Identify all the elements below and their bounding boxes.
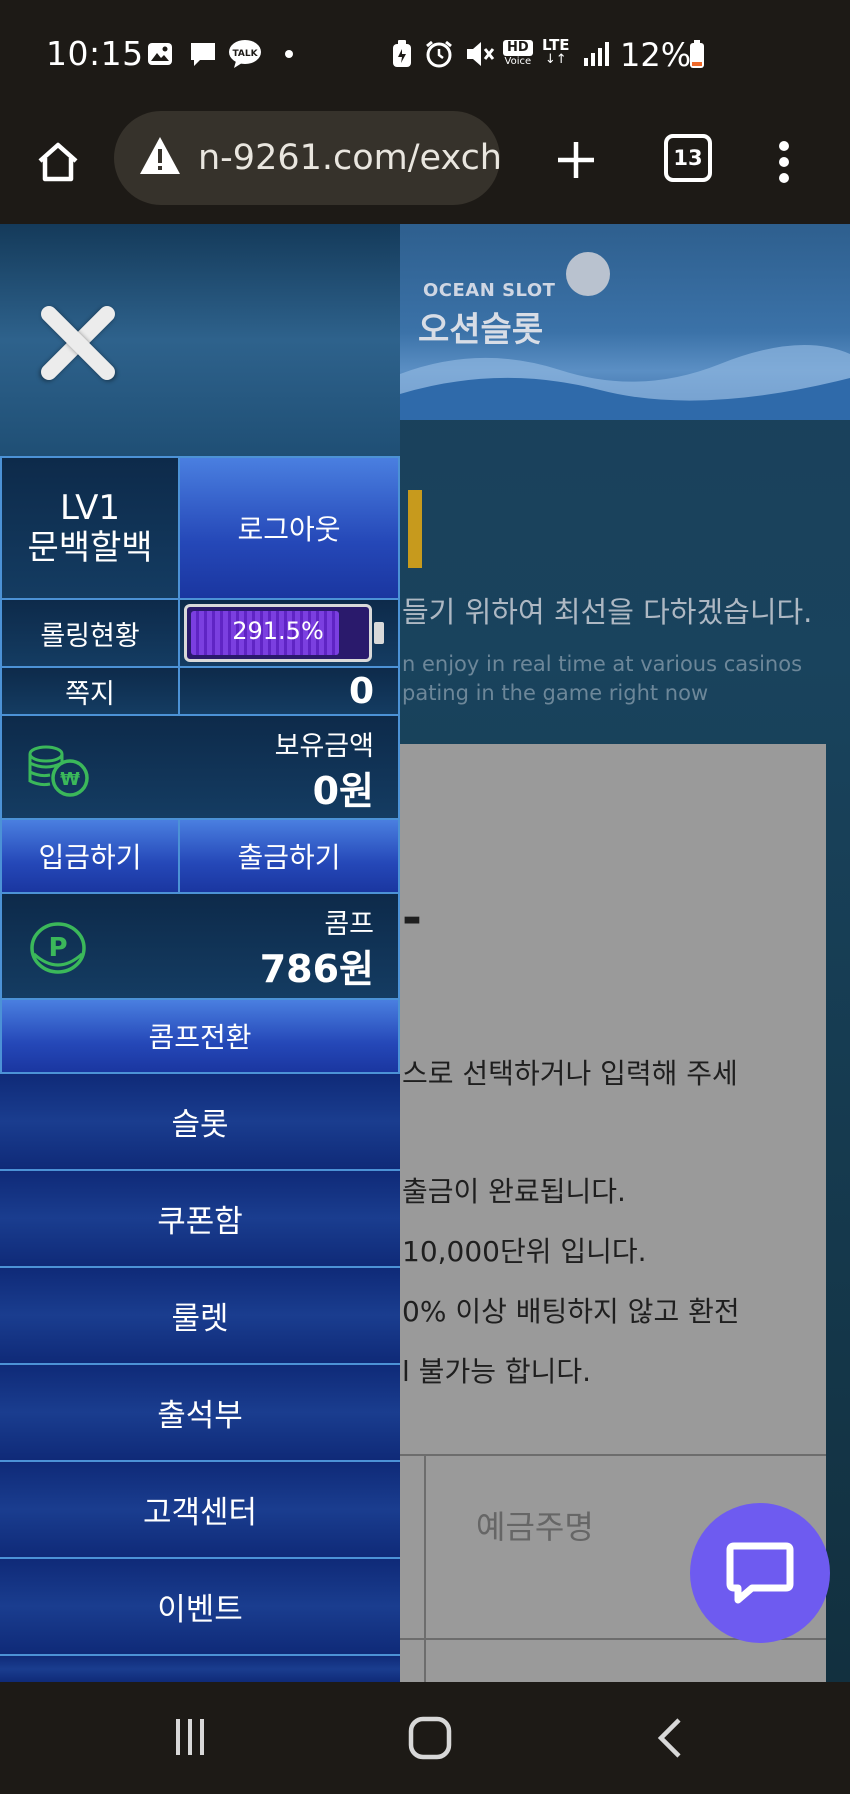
comp-value: 786원 (259, 947, 374, 991)
comp-convert-button[interactable]: 콤프전환 (0, 998, 400, 1074)
balance-label: 보유금액 (274, 731, 374, 762)
menu-item-partial (0, 1654, 400, 1682)
withdraw-label: 출금하기 (237, 841, 341, 874)
username: 문백할백 (27, 528, 153, 568)
gallery-icon (146, 40, 174, 68)
battery-saver-icon (390, 40, 414, 68)
content-line: 0% 이상 배팅하지 않고 환전 (402, 1295, 740, 1328)
rolling-label-cell: 롤링현황 (0, 598, 180, 668)
close-icon[interactable] (34, 300, 120, 386)
tagline-en-1: n enjoy in real time at various casinos (402, 652, 803, 676)
balance-cell: ₩ 보유금액 0원 (0, 714, 400, 820)
menu-item-label: 쿠폰함 (157, 1204, 243, 1240)
comp-convert-label: 콤프전환 (148, 1021, 252, 1054)
warning-icon (138, 135, 182, 181)
message-label: 쪽지 (65, 678, 115, 710)
message-label-cell: 쪽지 (0, 666, 180, 716)
menu-item-label: 슬롯 (171, 1107, 229, 1143)
point-coin-icon: P (28, 918, 88, 980)
menu-item-event[interactable]: 이벤트 (0, 1557, 400, 1654)
comp-cell: P 콤프 786원 (0, 892, 400, 1000)
rolling-label: 롤링현황 (40, 620, 140, 652)
menu-item-support[interactable]: 고객센터 (0, 1460, 400, 1557)
won-coin-icon: ₩ (26, 744, 90, 802)
more-vert-icon[interactable] (764, 132, 804, 192)
content-line: 10,000단위 입니다. (402, 1235, 647, 1268)
dot-icon (284, 40, 294, 68)
menu-item-label: 이벤트 (157, 1592, 243, 1628)
logout-label: 로그아웃 (237, 513, 341, 546)
url-text: n-9261.com/exch (198, 138, 500, 178)
content-line: l 불가능 합니다. (402, 1355, 592, 1388)
hd-voice-icon: HD Voice (503, 40, 533, 67)
menu-item-label: 룰렛 (171, 1301, 229, 1337)
user-level-cell: LV1 문백할백 (0, 456, 180, 600)
browser-toolbar: n-9261.com/exch 13 (0, 108, 850, 224)
table-border (400, 1454, 826, 1456)
tab-count-button[interactable]: 13 (664, 134, 712, 182)
home-nav-icon[interactable] (400, 1710, 460, 1766)
comp-label: 콤프 (324, 909, 374, 940)
message-count: 0 (348, 670, 374, 712)
mute-icon (464, 40, 496, 68)
chat-button[interactable] (690, 1503, 830, 1643)
status-bar: 10:15 TALK HD Voice LTE ↓↑ 12% (0, 0, 850, 108)
lte-icon: LTE ↓↑ (542, 36, 570, 67)
rolling-gauge: 291.5% (184, 604, 372, 662)
system-nav-bar (0, 1682, 850, 1794)
message-icon (188, 40, 218, 68)
logout-button[interactable]: 로그아웃 (178, 456, 400, 600)
menu-item-label: 고객센터 (142, 1495, 258, 1531)
table-border (424, 1454, 426, 1682)
home-icon[interactable] (26, 130, 90, 194)
tagline-en-2: pating in the game right now (402, 681, 709, 705)
url-bar[interactable]: n-9261.com/exch (114, 111, 500, 205)
title-accent-bar (408, 490, 422, 568)
talk-label: TALK (232, 49, 258, 59)
gauge-tip (374, 622, 384, 644)
deposit-button[interactable]: 입금하기 (0, 818, 180, 894)
tagline-ko: 들기 위하여 최선을 다하겠습니다. (402, 595, 813, 629)
menu-item-coupon[interactable]: 쿠폰함 (0, 1169, 400, 1266)
alarm-icon (424, 40, 454, 68)
chat-icon (726, 1542, 794, 1604)
status-time: 10:15 (46, 34, 144, 73)
logo-badge (566, 252, 610, 296)
deposit-label: 입금하기 (38, 841, 142, 874)
kakaotalk-icon: TALK (228, 40, 262, 68)
table-header-cell: 예금주명 (476, 1508, 594, 1546)
recent-apps-icon[interactable] (160, 1712, 220, 1762)
menu-item-roulette[interactable]: 룰렛 (0, 1266, 400, 1363)
message-count-cell[interactable]: 0 (178, 666, 400, 716)
signal-icon (582, 40, 610, 68)
content-line: 출금이 완료됩니다. (402, 1175, 626, 1208)
logo-en: OCEAN SLOT (423, 280, 556, 301)
svg-text:₩: ₩ (60, 769, 80, 790)
withdraw-button[interactable]: 출금하기 (178, 818, 400, 894)
menu-item-attendance[interactable]: 출석부 (0, 1363, 400, 1460)
battery-icon (688, 40, 706, 68)
content-line: 스로 선택하거나 입력해 주세 (402, 1057, 738, 1090)
plus-icon[interactable] (546, 130, 606, 190)
balance-value: 0원 (312, 769, 374, 813)
rolling-value: 291.5% (232, 617, 324, 645)
battery-percent: 12% (620, 36, 692, 74)
content-heading: - (402, 890, 422, 946)
menu-item-label: 출석부 (157, 1398, 243, 1434)
menu-item-slot[interactable]: 슬롯 (0, 1072, 400, 1169)
back-icon[interactable] (640, 1710, 700, 1766)
user-level: LV1 (59, 488, 121, 528)
svg-text:P: P (48, 933, 67, 963)
side-menu-header (0, 224, 400, 456)
logo-ko: 오션슬롯 (418, 310, 544, 350)
